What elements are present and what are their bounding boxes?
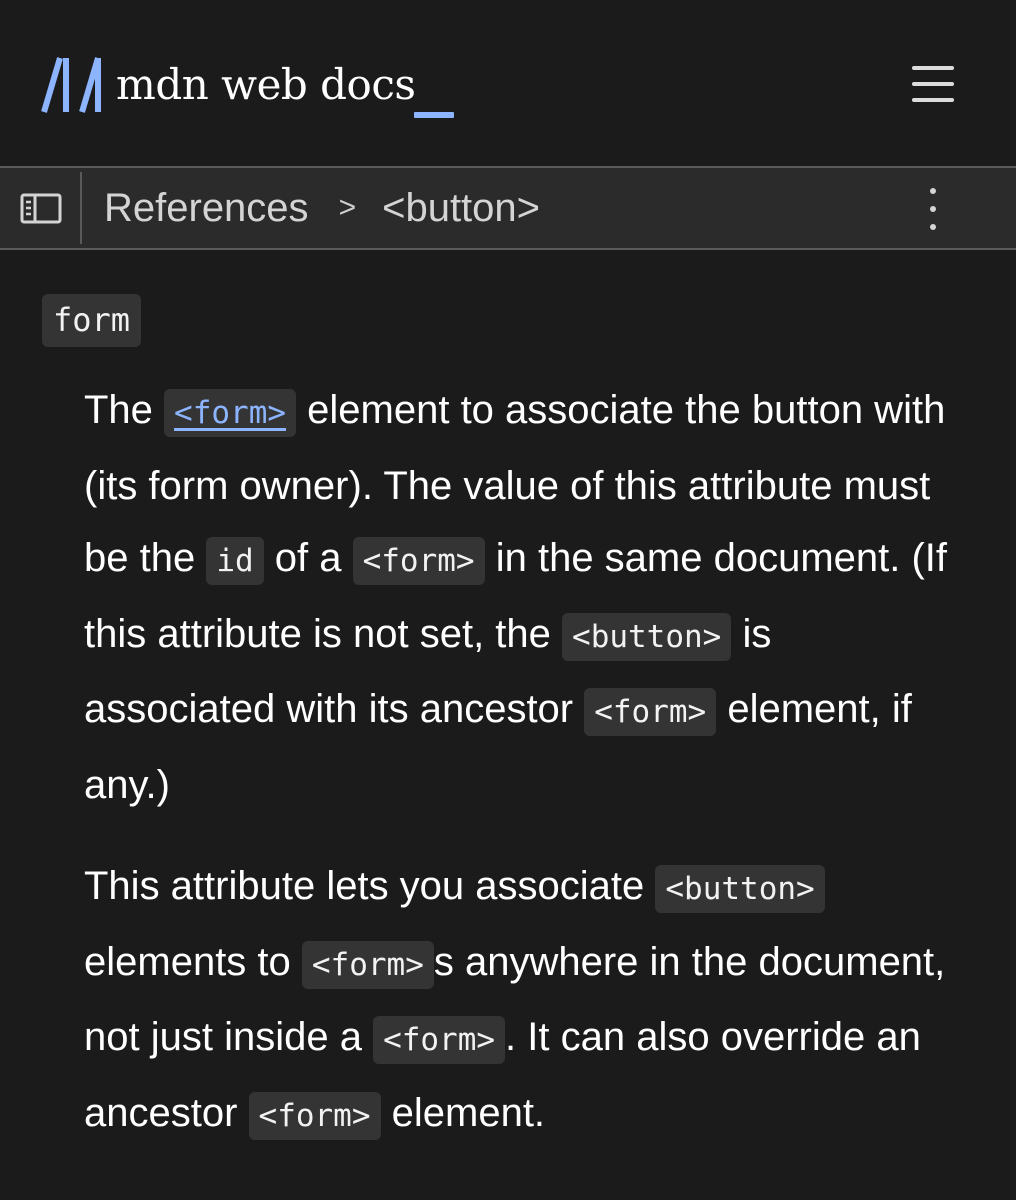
site-header: mdn web docs bbox=[0, 0, 1016, 166]
code-form: <form> bbox=[352, 537, 485, 585]
logo-wordmark: mdn web docs bbox=[116, 60, 416, 109]
breadcrumb-bar: References > <button> bbox=[0, 166, 1016, 250]
breadcrumb-divider bbox=[80, 172, 82, 244]
code-id: id bbox=[206, 537, 264, 585]
code-form: <form> bbox=[584, 688, 717, 736]
breadcrumb-item-button[interactable]: <button> bbox=[382, 186, 540, 231]
chevron-right-icon: > bbox=[338, 191, 357, 224]
code-form: <form> bbox=[373, 1016, 506, 1064]
more-options-icon[interactable] bbox=[918, 188, 948, 230]
breadcrumb: References > <button> bbox=[104, 168, 540, 248]
logo-cursor bbox=[414, 112, 454, 118]
code-form: <form> bbox=[301, 940, 434, 989]
page: mdn web docs References > <button> form … bbox=[0, 0, 1016, 1200]
breadcrumb-item-references[interactable]: References bbox=[104, 186, 309, 231]
description-paragraph-1: The <form> element to associate the butt… bbox=[84, 388, 948, 807]
form-element-link[interactable]: <form> bbox=[164, 389, 297, 437]
description-paragraph-2: This attribute lets you associate <butto… bbox=[84, 850, 964, 1152]
attribute-term: form bbox=[42, 294, 142, 347]
sidebar-toggle-icon bbox=[20, 193, 62, 224]
hamburger-menu-icon[interactable] bbox=[906, 64, 960, 104]
code-form: <form> bbox=[248, 1091, 381, 1140]
mdn-logo-icon bbox=[41, 57, 101, 113]
sidebar-toggle-button[interactable] bbox=[0, 168, 80, 248]
code-button: <button> bbox=[562, 612, 732, 661]
code-button: <button> bbox=[655, 865, 825, 913]
